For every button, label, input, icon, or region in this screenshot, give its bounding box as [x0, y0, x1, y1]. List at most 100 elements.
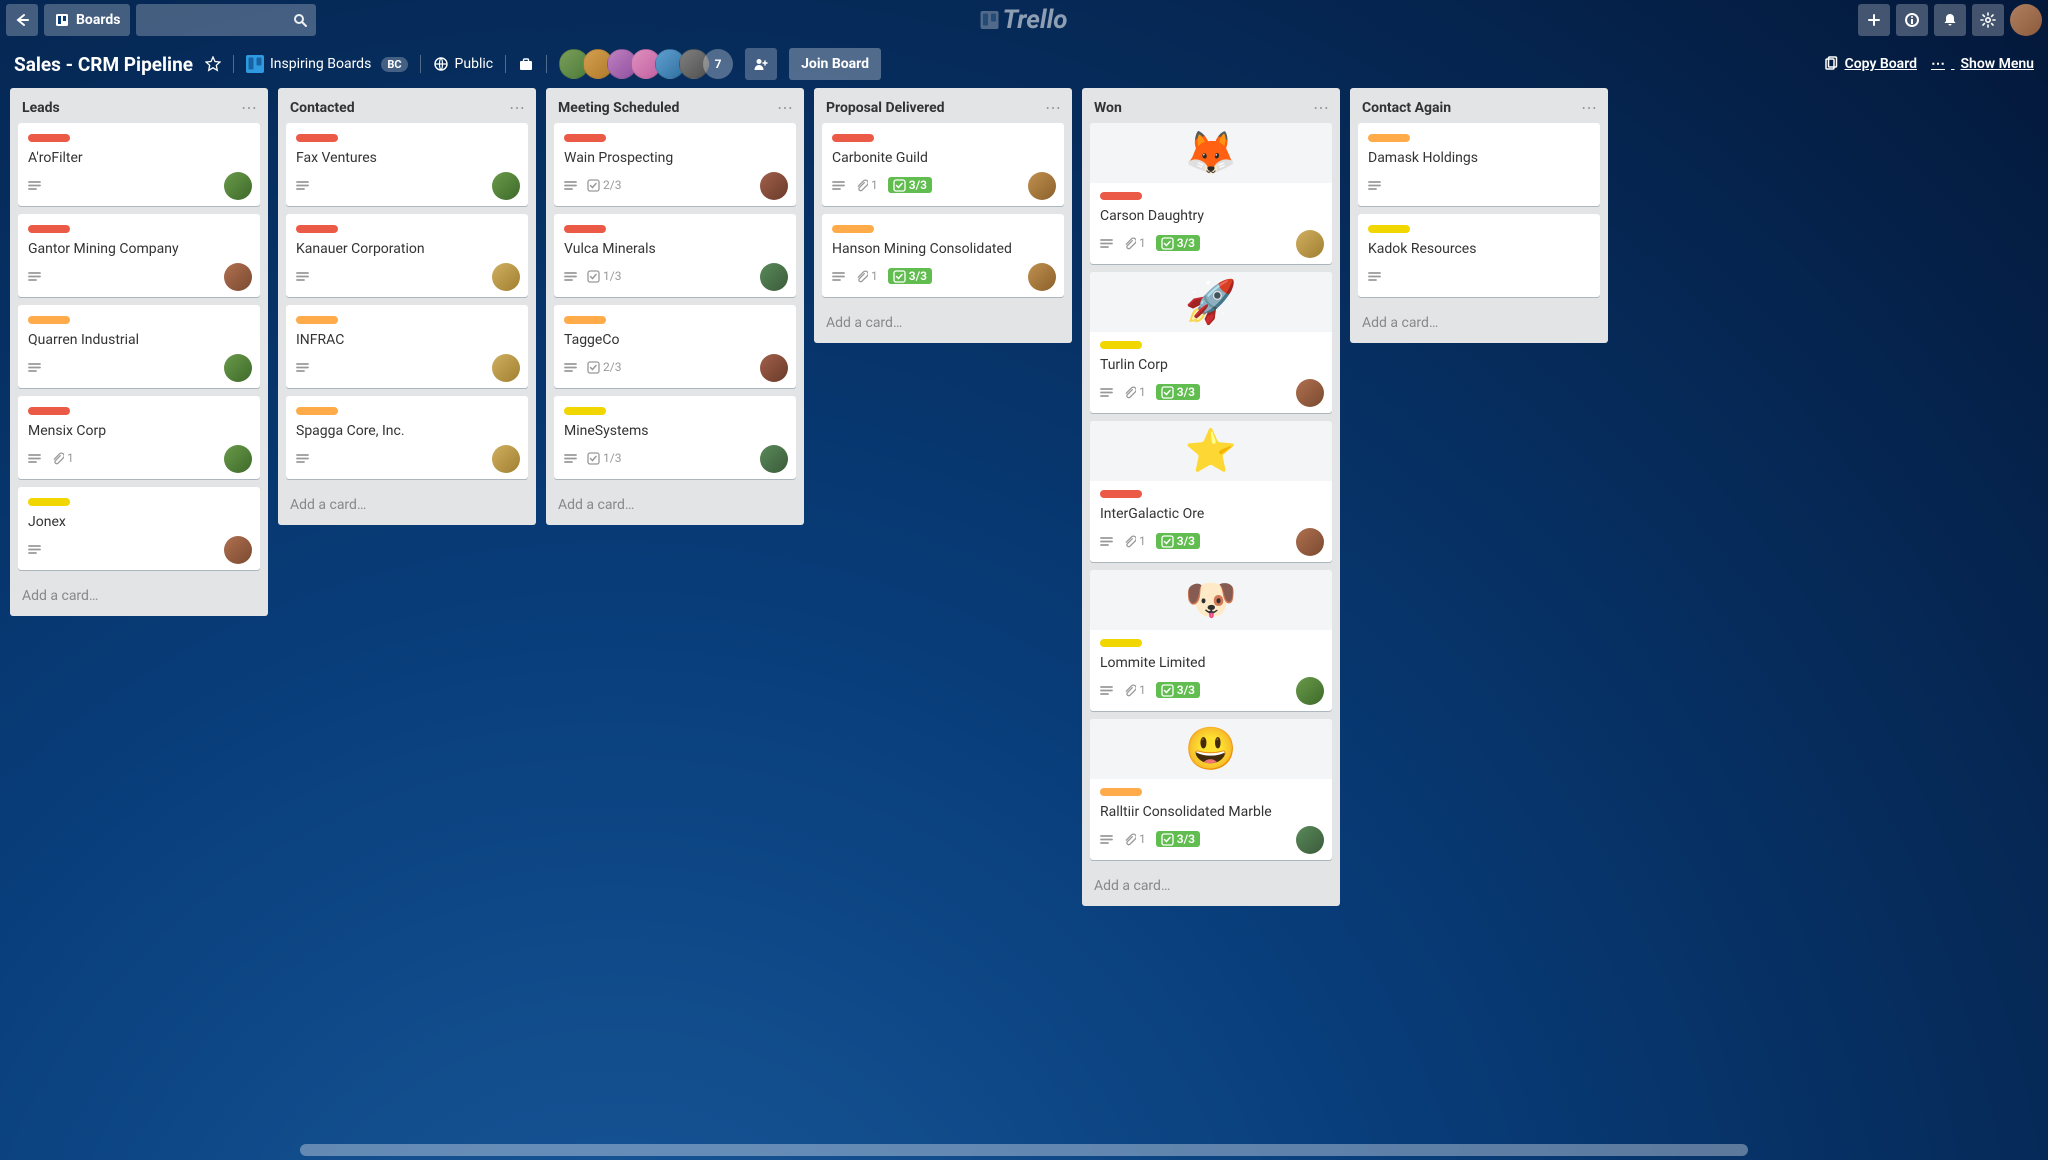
card-member-avatar[interactable] — [1028, 263, 1056, 291]
settings-button[interactable] — [1972, 4, 2004, 36]
card[interactable]: Kanauer Corporation — [286, 214, 528, 297]
list: Proposal Delivered ⋯ Carbonite Guild13/3Ha… — [814, 88, 1072, 343]
add-card-button[interactable]: Add a card… — [278, 487, 536, 525]
card[interactable]: Jonex — [18, 487, 260, 570]
card-member-avatar[interactable] — [224, 263, 252, 291]
list-title[interactable]: Contacted — [290, 100, 355, 116]
checklist-badge: 3/3 — [1156, 235, 1200, 251]
card[interactable]: Quarren Industrial — [18, 305, 260, 388]
card[interactable]: Hanson Mining Consolidated13/3 — [822, 214, 1064, 297]
card[interactable]: Fax Ventures — [286, 123, 528, 206]
card-member-avatar[interactable] — [492, 354, 520, 382]
list-menu-button[interactable]: ⋯ — [1313, 98, 1330, 117]
notifications-button[interactable] — [1934, 4, 1966, 36]
list-menu-button[interactable]: ⋯ — [1581, 98, 1598, 117]
card[interactable]: ⭐InterGalactic Ore13/3 — [1090, 421, 1332, 562]
copy-board-link[interactable]: Copy Board — [1823, 56, 1917, 72]
card-member-avatar[interactable] — [224, 172, 252, 200]
show-menu-label: Show Menu — [1960, 56, 2034, 72]
list-menu-button[interactable]: ⋯ — [1045, 98, 1062, 117]
card-member-avatar[interactable] — [492, 172, 520, 200]
add-card-button[interactable]: Add a card… — [546, 487, 804, 525]
list-title[interactable]: Meeting Scheduled — [558, 100, 679, 116]
card[interactable]: Vulca Minerals1/3 — [554, 214, 796, 297]
show-menu-link[interactable]: ⋯ Show Menu — [1931, 56, 2034, 72]
card-title: InterGalactic Ore — [1100, 506, 1322, 522]
card-member-avatar[interactable] — [1296, 528, 1324, 556]
board-canvas[interactable]: Leads ⋯ A'roFilter Gantor Mining Company Qua… — [0, 88, 2048, 1146]
search-input[interactable] — [136, 4, 316, 36]
card[interactable]: 🚀Turlin Corp13/3 — [1090, 272, 1332, 413]
card[interactable]: Mensix Corp1 — [18, 396, 260, 479]
team-label: Inspiring Boards — [270, 56, 371, 72]
separator — [420, 55, 421, 73]
card[interactable]: A'roFilter — [18, 123, 260, 206]
star-button[interactable] — [205, 56, 221, 72]
create-button[interactable] — [1858, 4, 1890, 36]
card-badges — [296, 172, 518, 198]
card-title: Gantor Mining Company — [28, 241, 250, 257]
card-title: Ralltiir Consolidated Marble — [1100, 804, 1322, 820]
add-card-button[interactable]: Add a card… — [10, 578, 268, 616]
card[interactable]: MineSystems1/3 — [554, 396, 796, 479]
card-member-avatar[interactable] — [760, 263, 788, 291]
info-button[interactable] — [1896, 4, 1928, 36]
boards-button[interactable]: Boards — [44, 4, 130, 36]
card-member-avatar[interactable] — [1296, 230, 1324, 258]
list-title[interactable]: Contact Again — [1362, 100, 1451, 116]
card-member-avatar[interactable] — [760, 445, 788, 473]
boards-label: Boards — [76, 12, 120, 28]
list-cards: Carbonite Guild13/3Hanson Mining Consoli… — [814, 123, 1072, 305]
card-member-avatar[interactable] — [224, 354, 252, 382]
card-member-avatar[interactable] — [1028, 172, 1056, 200]
add-card-button[interactable]: Add a card… — [1082, 868, 1340, 906]
team-button[interactable]: Inspiring Boards BC — [246, 55, 408, 73]
card-label — [28, 225, 70, 233]
list-title[interactable]: Proposal Delivered — [826, 100, 945, 116]
card[interactable]: Spagga Core, Inc. — [286, 396, 528, 479]
back-button[interactable] — [6, 4, 38, 36]
card-member-avatar[interactable] — [1296, 826, 1324, 854]
card[interactable]: Gantor Mining Company — [18, 214, 260, 297]
card[interactable]: Wain Prospecting2/3 — [554, 123, 796, 206]
user-avatar[interactable] — [2010, 4, 2042, 36]
visibility-button[interactable]: Public — [433, 56, 494, 72]
card[interactable]: 😃Ralltiir Consolidated Marble13/3 — [1090, 719, 1332, 860]
member-overflow[interactable]: 7 — [703, 49, 733, 79]
member-stack[interactable]: 7 — [559, 49, 733, 79]
card-member-avatar[interactable] — [492, 445, 520, 473]
card-member-avatar[interactable] — [1296, 379, 1324, 407]
trello-logo[interactable]: Trello — [981, 5, 1068, 35]
card[interactable]: TaggeCo2/3 — [554, 305, 796, 388]
add-card-button[interactable]: Add a card… — [814, 305, 1072, 343]
card-member-avatar[interactable] — [224, 536, 252, 564]
join-board-button[interactable]: Join Board — [789, 48, 881, 80]
card-badges: 1/3 — [564, 445, 786, 471]
card[interactable]: Damask Holdings — [1358, 123, 1600, 206]
briefcase-button[interactable] — [518, 56, 534, 72]
card[interactable]: Carbonite Guild13/3 — [822, 123, 1064, 206]
board-title[interactable]: Sales - CRM Pipeline — [14, 53, 193, 76]
card-badges — [296, 354, 518, 380]
card-title: Carson Daughtry — [1100, 208, 1322, 224]
card-member-avatar[interactable] — [224, 445, 252, 473]
card-member-avatar[interactable] — [760, 172, 788, 200]
list-title[interactable]: Won — [1094, 100, 1122, 116]
horizontal-scrollbar[interactable] — [300, 1144, 1748, 1156]
card-member-avatar[interactable] — [492, 263, 520, 291]
add-member-button[interactable] — [745, 48, 777, 80]
list-header: Contacted ⋯ — [278, 88, 536, 123]
card[interactable]: 🦊Carson Daughtry13/3 — [1090, 123, 1332, 264]
list-menu-button[interactable]: ⋯ — [509, 98, 526, 117]
list-menu-button[interactable]: ⋯ — [241, 98, 258, 117]
card[interactable]: INFRAC — [286, 305, 528, 388]
card[interactable]: 🐶Lommite Limited13/3 — [1090, 570, 1332, 711]
card-cover: ⭐ — [1090, 421, 1332, 481]
list-menu-button[interactable]: ⋯ — [777, 98, 794, 117]
list-title[interactable]: Leads — [22, 100, 60, 116]
card-member-avatar[interactable] — [1296, 677, 1324, 705]
add-card-button[interactable]: Add a card… — [1350, 305, 1608, 343]
description-icon — [564, 361, 577, 374]
card[interactable]: Kadok Resources — [1358, 214, 1600, 297]
card-member-avatar[interactable] — [760, 354, 788, 382]
